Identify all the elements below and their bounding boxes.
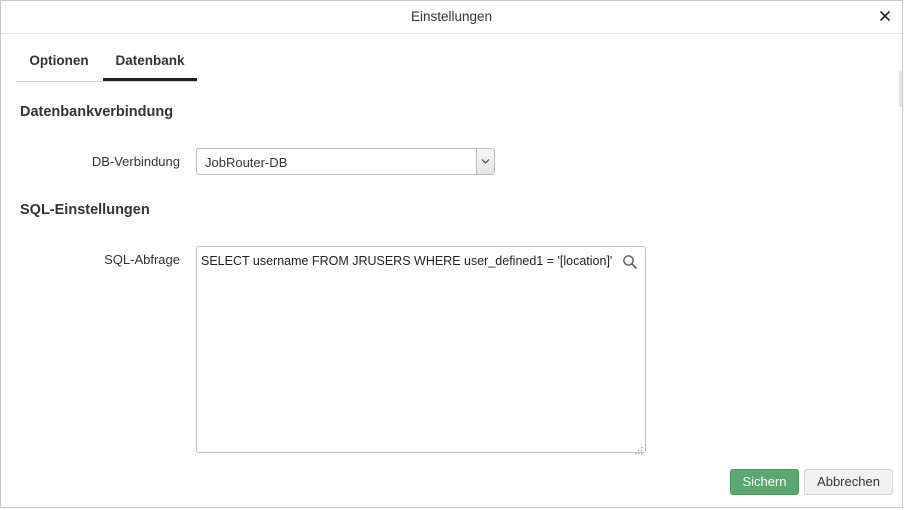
- resize-handle-icon[interactable]: [635, 442, 643, 455]
- section-title-db-connection: Datenbankverbindung: [20, 104, 174, 120]
- dialog-titlebar: Einstellungen: [1, 1, 902, 34]
- db-connection-select[interactable]: JobRouter-DB: [196, 148, 495, 175]
- close-icon[interactable]: [876, 7, 894, 25]
- search-icon[interactable]: [622, 254, 638, 270]
- chevron-down-icon[interactable]: [476, 149, 494, 174]
- scrollbar[interactable]: [899, 71, 902, 107]
- settings-dialog: Einstellungen Optionen Datenbank Datenba…: [0, 0, 903, 508]
- section-title-sql-settings: SQL-Einstellungen: [20, 202, 150, 218]
- tab-optionen[interactable]: Optionen: [16, 45, 102, 80]
- tab-bar: Optionen Datenbank: [16, 45, 197, 82]
- sql-query-label: SQL-Abfrage: [104, 252, 180, 267]
- cancel-button[interactable]: Abbrechen: [804, 469, 893, 495]
- save-button[interactable]: Sichern: [730, 469, 799, 495]
- sql-query-text: SELECT username FROM JRUSERS WHERE user_…: [201, 254, 613, 268]
- dialog-title: Einstellungen: [410, 9, 493, 24]
- tab-datenbank[interactable]: Datenbank: [103, 45, 197, 81]
- db-connection-value: JobRouter-DB: [205, 155, 288, 170]
- sql-query-textarea[interactable]: SELECT username FROM JRUSERS WHERE user_…: [196, 246, 646, 455]
- db-connection-label: DB-Verbindung: [91, 154, 180, 169]
